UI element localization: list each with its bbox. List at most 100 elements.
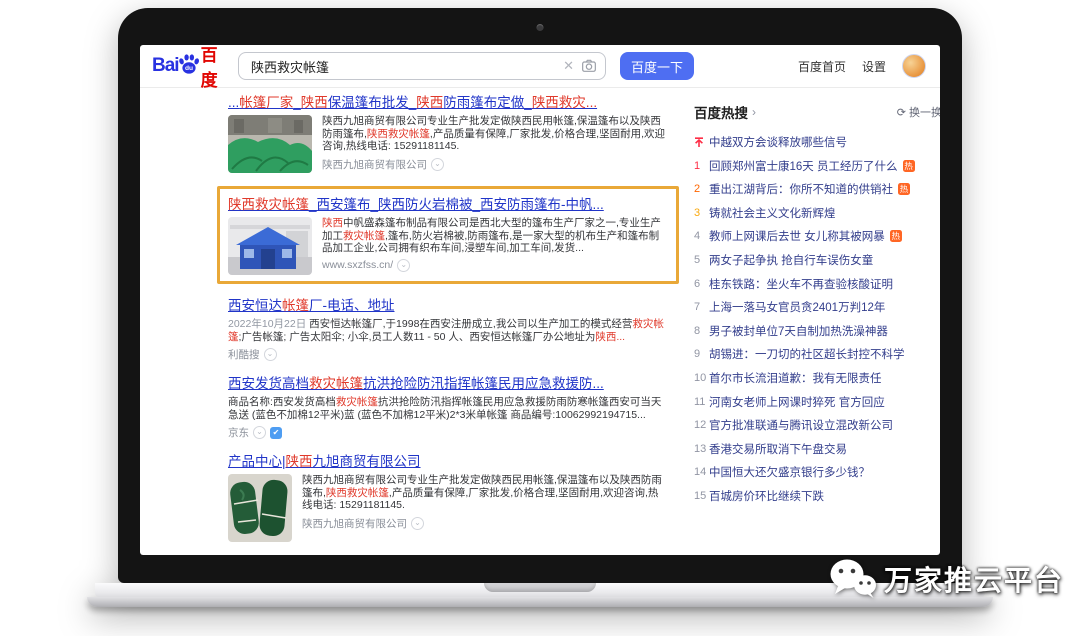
result-source: 陕西九旭商贸有限公司 ⌄ [302,516,668,531]
hot-rank: 10 [694,372,709,384]
hot-search-title[interactable]: 百度热搜 [694,102,748,122]
hot-item-text: 重出江湖背后：你所不知道的供销社 [709,181,893,197]
hot-rank: 7 [694,301,709,313]
hot-search-item[interactable]: 10 首尔市长流泪道歉：我有无限责任 [694,370,940,386]
hot-search-item[interactable]: 11 河南女老师上网课时猝死 官方回应 [694,394,940,410]
laptop-mockup: Bai du 百度 ✕ [87,8,993,607]
watermark-text: 万家推云平台 [884,559,1064,599]
hot-item-text: 中越双方会谈释放哪些信号 [709,134,847,150]
result-thumbnail-green-rolls[interactable] [228,474,292,542]
hot-item-text: 中国恒大还欠盛京银行多少钱？ [709,464,870,480]
result-url: www.sxzfss.cn/ ⌄ [322,259,668,272]
search-result-2: 陕西救灾帐篷_西安篷布_陕西防火岩棉被_西安防雨篷布-中帆... [228,196,668,275]
verified-badge-icon: ✔ [270,427,282,439]
hot-rank: 15 [694,490,709,502]
result-description: 2022年10月22日 西安恒达帐篷厂,于1998在西安注册成立,我公司以生产加… [228,318,668,343]
hot-search-panel: 百度热搜 › ⟳换一换 中越双方会谈释放哪些信号 1 回顾郑州富士康16天 员工… [694,94,940,555]
nav-settings[interactable]: 设置 [862,58,886,75]
result-title-link[interactable]: ...帐篷厂家_陕西保温篷布批发_陕西防雨篷布定做_陕西救灾... [228,94,597,111]
baidu-logo[interactable]: Bai du 百度 [152,45,226,91]
hot-search-item[interactable]: 2 重出江湖背后：你所不知道的供销社 热 [694,181,940,197]
source-name: 京东 [228,425,249,440]
result-source: 陕西九旭商贸有限公司 ⌄ [322,157,668,172]
search-box[interactable]: ✕ [238,52,606,80]
wechat-icon [829,558,877,600]
results-page: ...帐篷厂家_陕西保温篷布批发_陕西防雨篷布定做_陕西救灾... [140,88,940,555]
hot-item-text: 教师上网课后去世 女儿称其被网暴 [709,228,885,244]
source-url: www.sxzfss.cn/ [322,259,393,271]
hot-item-text: 铸就社会主义文化新辉煌 [709,205,836,221]
laptop-base-notch [484,583,596,592]
hot-item-text: 官方批准联通与腾讯设立混改新公司 [709,417,893,433]
svg-text:du: du [185,65,193,72]
result-title-link[interactable]: 西安发货高档救灾帐篷抗洪抢险防汛指挥帐篷民用应急救援防... [228,375,604,392]
source-name: 陕西九旭商贸有限公司 [322,157,427,172]
search-input[interactable] [249,58,556,75]
hot-rank: 13 [694,443,709,455]
hot-rank: 9 [694,348,709,360]
result-thumbnail-green-tarp[interactable] [228,115,312,173]
hot-search-item[interactable]: 8 男子被封单位7天自制加热洗澡神器 [694,323,940,339]
hot-search-item[interactable]: 中越双方会谈释放哪些信号 [694,134,940,150]
search-result-3: 西安恒达帐篷厂-电话、地址 2022年10月22日 西安恒达帐篷厂,于1998在… [228,297,668,362]
baidu-header: Bai du 百度 ✕ [140,45,940,88]
highlight-outline-box: 陕西救灾帐篷_西安篷布_陕西防火岩棉被_西安防雨篷布-中帆... [217,186,679,284]
webcam-dot [537,24,544,31]
laptop-screen: Bai du 百度 ✕ [118,8,962,583]
source-name: 陕西九旭商贸有限公司 [302,516,407,531]
hot-search-item[interactable]: 5 两女子起争执 抢自行车误伤女童 [694,252,940,268]
hot-search-item[interactable]: 1 回顾郑州富士康16天 员工经历了什么 热 [694,158,940,174]
result-description: 商品名称:西安发货高档救灾帐篷抗洪抢险防汛指挥帐篷民用应急救援防雨防寒帐篷西安可… [228,396,668,421]
hot-search-item[interactable]: 12 官方批准联通与腾讯设立混改新公司 [694,417,940,433]
hot-badge: 热 [903,160,915,172]
result-title-link[interactable]: 陕西救灾帐篷_西安篷布_陕西防火岩棉被_西安防雨篷布-中帆... [228,196,604,213]
chevron-right-icon: › [752,105,756,119]
dropdown-icon[interactable]: ⌄ [253,426,266,439]
baidu-paw-icon: du [178,53,200,75]
hot-item-text: 香港交易所取消下午盘交易 [709,441,847,457]
hot-item-text: 桂东铁路：坐火车不再查验核酸证明 [709,276,893,292]
result-description: 陕西中帆盛森篷布制品有限公司是西北大型的篷布生产厂家之一,专业生产加工救灾帐篷,… [322,217,668,255]
hot-rank: 11 [694,396,709,408]
hot-search-item[interactable]: 6 桂东铁路：坐火车不再查验核酸证明 [694,276,940,292]
camera-search-icon[interactable] [581,58,597,74]
hot-item-text: 两女子起争执 抢自行车误伤女童 [709,252,873,268]
search-result-4: 西安发货高档救灾帐篷抗洪抢险防汛指挥帐篷民用应急救援防... 商品名称:西安发货… [228,375,668,440]
search-submit-button[interactable]: 百度一下 [620,52,694,80]
result-source: 京东 ⌄ ✔ [228,425,668,440]
source-name: 利酷搜 [228,347,260,362]
hot-rank: 6 [694,278,709,290]
top-pin-icon [694,137,709,148]
hot-search-item[interactable]: 14 中国恒大还欠盛京银行多少钱？ [694,464,940,480]
hot-item-text: 首尔市长流泪道歉：我有无限责任 [709,370,882,386]
nav-baidu-home[interactable]: 百度首页 [798,58,846,75]
hot-search-item[interactable]: 15 百城房价环比继续下跌 [694,488,940,504]
result-thumbnail-blue-tent[interactable] [228,217,312,275]
hot-search-item[interactable]: 4 教师上网课后去世 女儿称其被网暴 热 [694,228,940,244]
result-source: 利酷搜 ⌄ [228,347,668,362]
dropdown-icon[interactable]: ⌄ [264,348,277,361]
browser-viewport: Bai du 百度 ✕ [140,45,940,555]
clear-search-icon[interactable]: ✕ [556,58,581,74]
hot-search-item[interactable]: 7 上海一落马女官员贪2401万判12年 [694,299,940,315]
dropdown-icon[interactable]: ⌄ [397,259,410,272]
hot-search-refresh-button[interactable]: ⟳换一换 [897,104,940,120]
dropdown-icon[interactable]: ⌄ [411,517,424,530]
search-result-1: ...帐篷厂家_陕西保温篷布批发_陕西防雨篷布定做_陕西救灾... [228,94,668,173]
hot-rank: 2 [694,183,709,195]
user-avatar[interactable] [902,54,926,78]
result-title-link[interactable]: 西安恒达帐篷厂-电话、地址 [228,297,395,314]
hot-item-text: 河南女老师上网课时猝死 官方回应 [709,394,885,410]
hot-search-item[interactable]: 9 胡锡进：一刀切的社区超长封控不科学 [694,346,940,362]
hot-search-item[interactable]: 13 香港交易所取消下午盘交易 [694,441,940,457]
dropdown-icon[interactable]: ⌄ [431,158,444,171]
hot-item-text: 回顾郑州富士康16天 员工经历了什么 [709,158,898,174]
baidu-logo-bai: Bai [152,55,179,77]
result-title-link[interactable]: 产品中心|陕西九旭商贸有限公司 [228,453,421,470]
result-description: 陕西九旭商贸有限公司专业生产批发定做陕西民用帐篷,保温篷布以及陕西防雨篷布,陕西… [302,474,668,512]
watermark: 万家推云平台 [829,558,1064,600]
hot-rank: 14 [694,466,709,478]
hot-search-item[interactable]: 3 铸就社会主义文化新辉煌 [694,205,940,221]
hot-item-text: 男子被封单位7天自制加热洗澡神器 [709,323,888,339]
search-result-5: 产品中心|陕西九旭商贸有限公司 陕西九旭商贸有限公司专业生产批发定做陕西民用帐篷… [228,453,668,542]
